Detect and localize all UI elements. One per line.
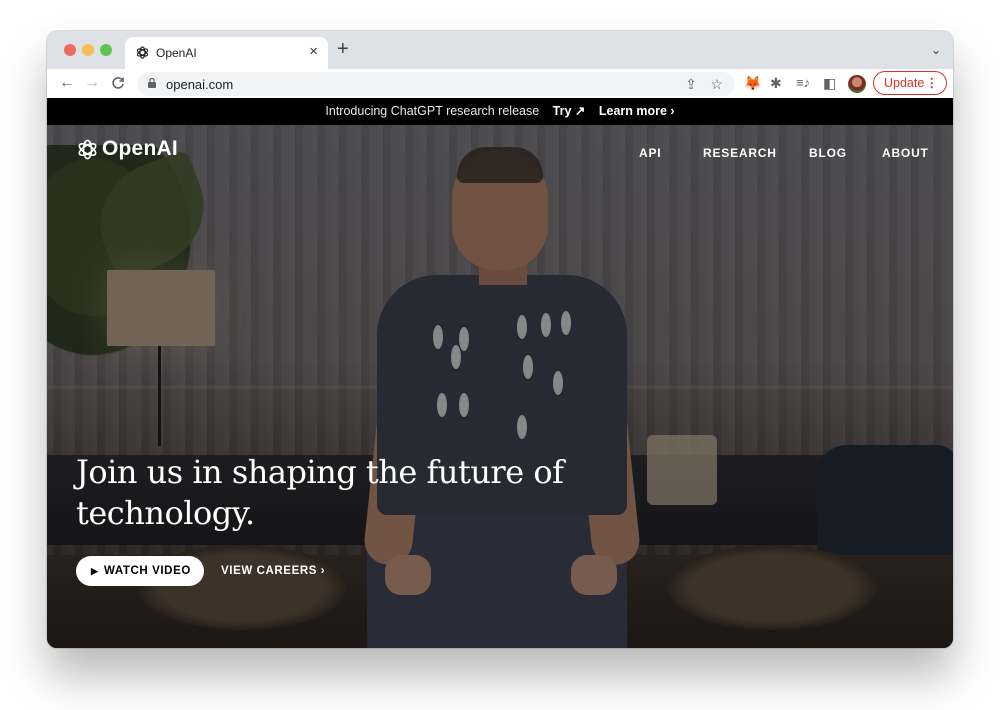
nav-about[interactable]: ABOUT bbox=[882, 146, 929, 160]
browser-window: OpenAI × + ⌄ ← → openai.com ⇪ ☆ 🦊 ✱ ≡♪ ◧ bbox=[47, 31, 953, 648]
close-window-button[interactable] bbox=[64, 44, 76, 56]
profile-avatar[interactable] bbox=[848, 75, 866, 93]
tab-openai[interactable]: OpenAI × bbox=[125, 37, 328, 69]
url-text[interactable]: openai.com bbox=[166, 77, 233, 92]
forward-arrow-icon[interactable]: → bbox=[84, 73, 100, 93]
back-arrow-icon[interactable]: ← bbox=[59, 73, 75, 93]
kebab-menu-icon: ⋮ bbox=[925, 76, 939, 90]
update-label: Update bbox=[884, 76, 925, 90]
openai-favicon-icon bbox=[136, 46, 149, 59]
watch-video-label: WATCH VIDEO bbox=[104, 565, 191, 577]
maximize-window-button[interactable] bbox=[100, 44, 112, 56]
side-panel-icon[interactable]: ◧ bbox=[823, 74, 836, 92]
bookmark-star-icon[interactable]: ☆ bbox=[710, 75, 723, 93]
tab-strip: OpenAI × + ⌄ bbox=[47, 31, 953, 69]
media-control-icon[interactable]: ≡♪ bbox=[796, 74, 810, 92]
tab-search-chevron-icon[interactable]: ⌄ bbox=[931, 43, 941, 57]
openai-logo[interactable]: OpenAI bbox=[76, 137, 178, 161]
extensions-puzzle-icon[interactable]: ✱ bbox=[770, 74, 782, 92]
close-tab-icon[interactable]: × bbox=[309, 43, 318, 61]
view-careers-link[interactable]: VIEW CAREERS › bbox=[221, 556, 325, 586]
try-link[interactable]: Try ↗ bbox=[553, 104, 586, 118]
update-button[interactable]: Update ⋮ bbox=[873, 71, 947, 95]
nav-research[interactable]: RESEARCH bbox=[703, 146, 777, 160]
announcement-bar: Introducing ChatGPT research release Try… bbox=[47, 98, 953, 125]
play-icon: ▶ bbox=[91, 566, 99, 576]
logo-text: OpenAI bbox=[102, 137, 178, 160]
hero-headline: Join us in shaping the future of technol… bbox=[76, 453, 564, 532]
lock-icon bbox=[148, 78, 156, 88]
minimize-window-button[interactable] bbox=[82, 44, 94, 56]
openai-logo-icon bbox=[78, 139, 97, 159]
learn-more-link[interactable]: Learn more › bbox=[599, 104, 675, 118]
announcement-text: Introducing ChatGPT research release bbox=[325, 104, 540, 118]
web-page: Introducing ChatGPT research release Try… bbox=[47, 98, 953, 648]
new-tab-button[interactable]: + bbox=[337, 39, 349, 59]
browser-toolbar: ← → openai.com ⇪ ☆ 🦊 ✱ ≡♪ ◧ Update ⋮ bbox=[47, 69, 953, 99]
reload-icon[interactable] bbox=[111, 73, 125, 96]
nav-blog[interactable]: BLOG bbox=[809, 146, 847, 160]
nav-api[interactable]: API bbox=[639, 146, 661, 160]
share-icon[interactable]: ⇪ bbox=[685, 75, 697, 93]
address-bar[interactable]: openai.com ⇪ ☆ bbox=[137, 72, 735, 96]
tab-title: OpenAI bbox=[156, 46, 197, 60]
metamask-fox-icon[interactable]: 🦊 bbox=[744, 74, 761, 92]
hero-section: OpenAI API RESEARCH BLOG ABOUT Join us i… bbox=[47, 125, 953, 648]
watch-video-button[interactable]: ▶ WATCH VIDEO bbox=[76, 556, 204, 586]
